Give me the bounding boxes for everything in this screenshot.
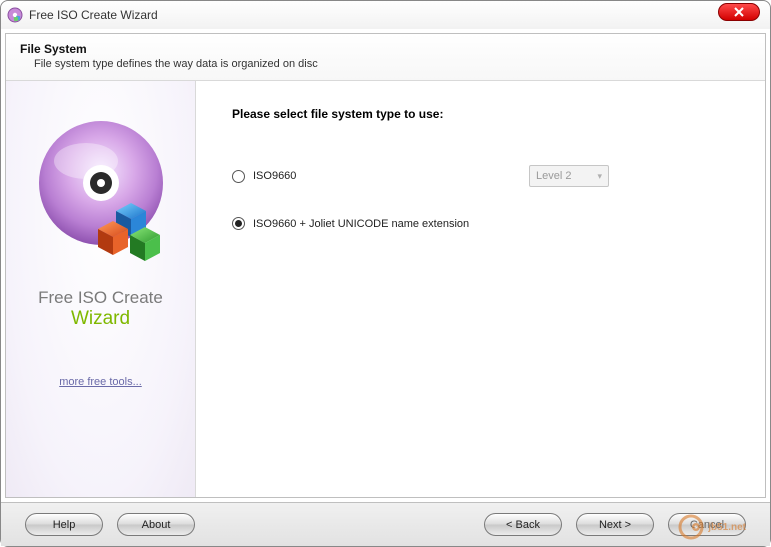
brand-line1: Free ISO Create [38,288,163,308]
page-header-subtitle: File system type defines the way data is… [34,58,751,70]
app-window: Free ISO Create Wizard File System File … [0,0,771,547]
label-iso9660-joliet: ISO9660 + Joliet UNICODE name extension [253,218,469,230]
help-button[interactable]: Help [25,513,103,536]
filesystem-prompt: Please select file system type to use: [232,107,729,121]
brand-text: Free ISO Create Wizard [38,288,163,330]
iso-level-combo: Level 2 ▾ [529,165,609,187]
option-iso9660-joliet: ISO9660 + Joliet UNICODE name extension [232,217,729,230]
brand-line2: Wizard [38,308,163,330]
about-button[interactable]: About [117,513,195,536]
close-icon [734,7,744,17]
label-iso9660: ISO9660 [253,170,296,182]
back-button[interactable]: < Back [484,513,562,536]
page-header-title: File System [20,42,751,56]
footer-bar: Help About < Back Next > Cancel [1,502,770,546]
titlebar: Free ISO Create Wizard [1,1,770,29]
page-header: File System File system type defines the… [6,34,765,81]
next-button[interactable]: Next > [576,513,654,536]
option-iso9660: ISO9660 Level 2 ▾ [232,165,729,187]
close-button[interactable] [718,3,760,21]
radio-iso9660[interactable] [232,170,245,183]
main-panel: Please select file system type to use: I… [196,81,765,497]
content-area: Free ISO Create Wizard more free tools..… [6,81,765,497]
sidebar: Free ISO Create Wizard more free tools..… [6,81,196,497]
brand-graphic [26,111,176,274]
iso-level-value: Level 2 [536,170,571,182]
inner-frame: File System File system type defines the… [5,33,766,498]
cancel-button[interactable]: Cancel [668,513,746,536]
chevron-down-icon: ▾ [597,171,602,182]
app-icon [7,7,23,23]
radio-iso9660-joliet[interactable] [232,217,245,230]
window-title: Free ISO Create Wizard [29,8,158,22]
more-tools-link[interactable]: more free tools... [59,376,142,388]
